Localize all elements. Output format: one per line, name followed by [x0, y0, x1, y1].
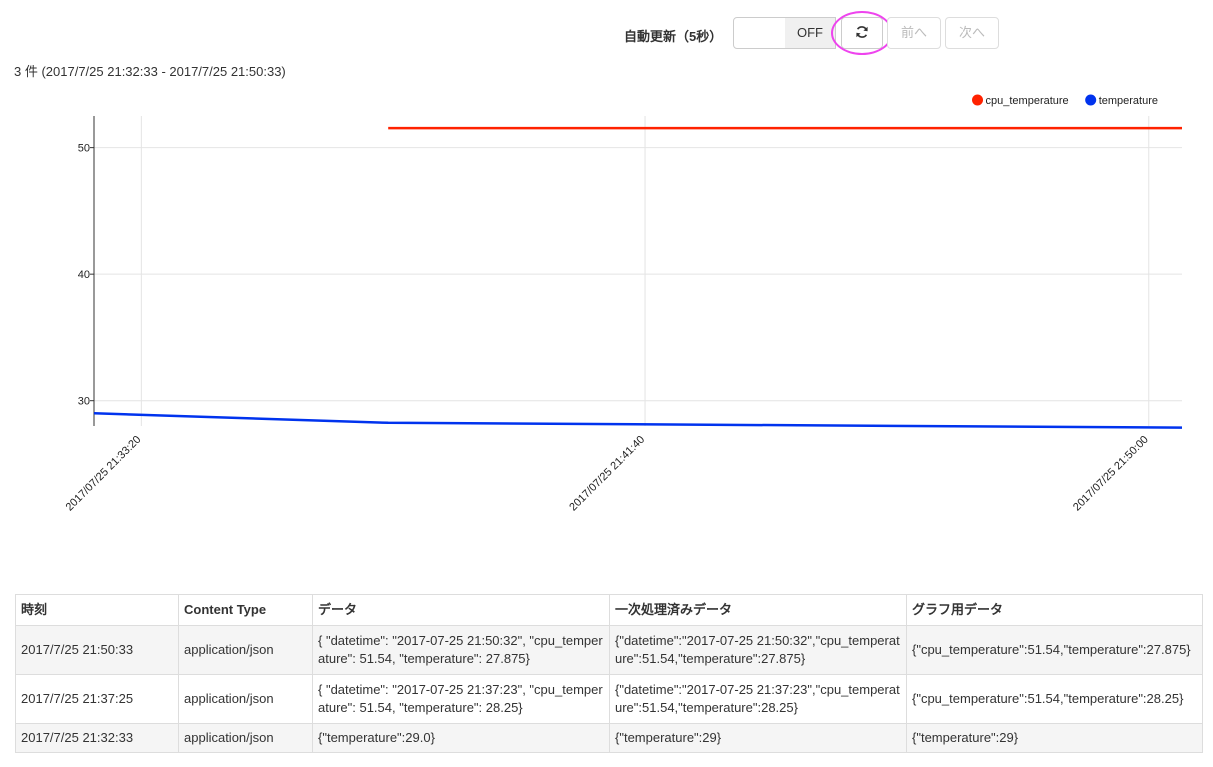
y-tick-label: 40 [78, 269, 90, 281]
series-lines [93, 126, 1183, 429]
x-tick-labels: 2017/07/25 21:33:20 2017/07/25 21:41:40 20… [64, 434, 1151, 514]
cell-data: {"temperature":29.0} [312, 723, 610, 753]
cell-graph-data: {"cpu_temperature":51.54,"temperature":2… [906, 625, 1203, 675]
table-row: 2017/7/25 21:50:33 application/json { "d… [15, 625, 1203, 675]
cell-time: 2017/7/25 21:32:33 [15, 723, 179, 753]
auto-refresh-label: 自動更新（5秒） [624, 29, 723, 44]
legend-marker [1085, 94, 1097, 106]
cell-processed-data: {"temperature":29} [609, 723, 907, 753]
line-chart: 504030 2017/07/25 21:33:20 2017/07/25 21:… [64, 94, 1183, 514]
cell-processed-data: {"datetime":"2017-07-25 21:37:23","cpu_t… [609, 674, 907, 724]
table-row: 2017/7/25 21:37:25 application/json { "d… [15, 674, 1203, 724]
cell-graph-data: {"temperature":29} [906, 723, 1203, 753]
series-line-temperature [93, 412, 1183, 429]
table-header-row: 時刻 Content Type データ 一次処理済みデータ グラフ用データ [15, 594, 1203, 626]
auto-refresh-toggle[interactable]: OFF [733, 17, 836, 49]
legend-label: temperature [1099, 95, 1158, 107]
next-button[interactable]: 次へ [945, 17, 999, 49]
toggle-off-label: OFF [785, 18, 835, 48]
y-gridlines [94, 147, 1182, 402]
col-header-content-type: Content Type [178, 594, 313, 626]
cell-data: { "datetime": "2017-07-25 21:50:32", "cp… [312, 625, 610, 675]
data-table: 時刻 Content Type データ 一次処理済みデータ グラフ用データ 20… [15, 594, 1203, 753]
col-header-processed-data: 一次処理済みデータ [609, 594, 907, 626]
y-tick-labels: 50 40 30 [78, 143, 94, 408]
y-tick-label: 30 [78, 396, 90, 408]
cell-content-type: application/json [178, 723, 313, 753]
legend-marker [972, 94, 984, 106]
cell-time: 2017/7/25 21:37:25 [15, 674, 179, 724]
record-count-summary: 3 件 (2017/7/25 21:32:33 - 2017/7/25 21:5… [14, 64, 286, 79]
table-row: 2017/7/25 21:32:33 application/json {"te… [15, 723, 1203, 753]
prev-button[interactable]: 前へ [887, 17, 941, 49]
col-header-graph-data: グラフ用データ [906, 594, 1203, 626]
x-gridlines [140, 116, 1150, 426]
cell-graph-data: {"cpu_temperature":51.54,"temperature":2… [906, 674, 1203, 724]
cell-content-type: application/json [178, 625, 313, 675]
x-tick-label: 2017/07/25 21:50:00 [1071, 434, 1151, 514]
highlight-annotation [831, 11, 893, 55]
cell-data: { "datetime": "2017-07-25 21:37:23", "cp… [312, 674, 610, 724]
col-header-data: データ [312, 594, 610, 626]
cell-content-type: application/json [178, 674, 313, 724]
cell-time: 2017/7/25 21:50:33 [15, 625, 179, 675]
cell-processed-data: {"datetime":"2017-07-25 21:50:32","cpu_t… [609, 625, 907, 675]
x-tick-label: 2017/07/25 21:33:20 [64, 434, 144, 514]
x-tick-label: 2017/07/25 21:41:40 [567, 434, 647, 514]
y-tick-label: 50 [78, 143, 90, 155]
col-header-time: 時刻 [15, 594, 179, 626]
legend-label: cpu_temperature [986, 95, 1069, 107]
toolbar: 自動更新（5秒） OFF 前へ 次へ [0, 11, 1213, 55]
legend: temperature cpu_temperature [972, 94, 1158, 107]
